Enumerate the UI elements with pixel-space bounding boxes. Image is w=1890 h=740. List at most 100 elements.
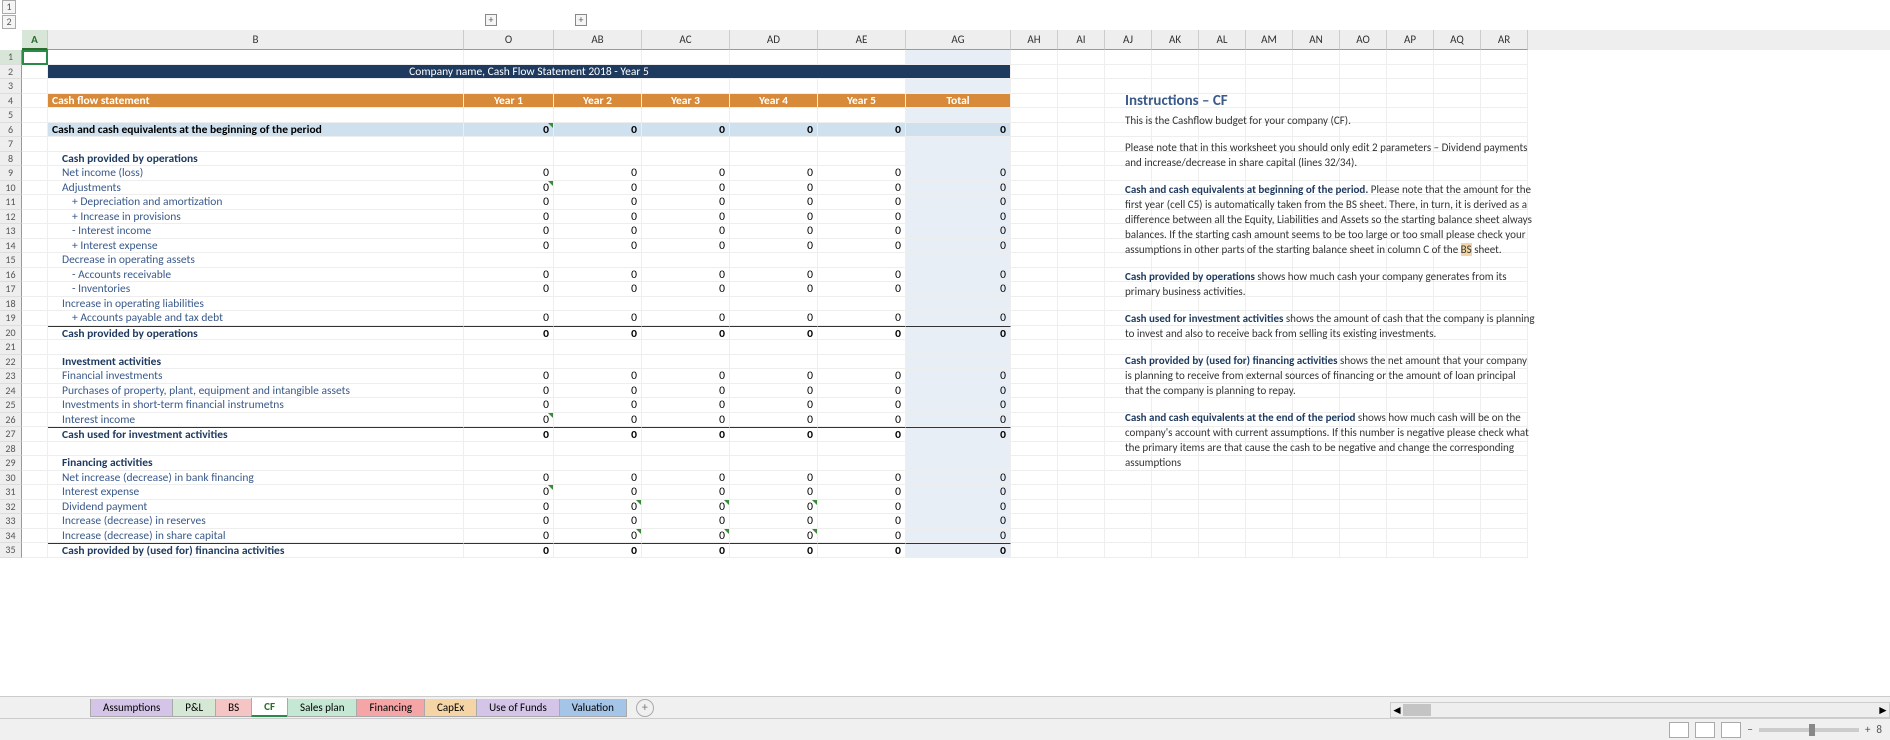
data-cell[interactable] — [906, 152, 1011, 167]
empty-cell[interactable] — [1152, 50, 1199, 65]
data-cell[interactable]: 0 — [906, 384, 1011, 399]
row-label[interactable]: + Increase in provisions — [48, 210, 464, 225]
row-header-30[interactable]: 30 — [0, 471, 22, 486]
data-cell[interactable]: 0 — [464, 384, 554, 399]
row-header-35[interactable]: 35 — [0, 543, 22, 558]
row-label[interactable]: Financing activities — [48, 456, 464, 471]
column-header-AE[interactable]: AE — [818, 30, 906, 50]
data-cell[interactable]: 0 — [464, 326, 554, 341]
data-cell[interactable] — [464, 456, 554, 471]
data-cell[interactable]: 0 — [730, 427, 818, 442]
year-header[interactable]: Year 5 — [818, 94, 906, 109]
data-cell[interactable]: 0 — [818, 195, 906, 210]
row-header-9[interactable]: 9 — [0, 166, 22, 181]
data-cell[interactable]: 0 — [818, 282, 906, 297]
sheet-tab-use-of-funds[interactable]: Use of Funds — [476, 699, 560, 717]
data-cell[interactable]: 0 — [554, 268, 642, 283]
row-header-33[interactable]: 33 — [0, 514, 22, 529]
empty-cell[interactable] — [1434, 79, 1481, 94]
row-header-15[interactable]: 15 — [0, 253, 22, 268]
sheet-tab-p&l[interactable]: P&L — [172, 699, 216, 717]
year-header[interactable]: Year 2 — [554, 94, 642, 109]
row-label[interactable] — [48, 340, 464, 355]
data-cell[interactable]: 0 — [554, 427, 642, 442]
data-cell[interactable]: 0 — [730, 529, 818, 544]
data-cell[interactable]: 0 — [730, 224, 818, 239]
row-label[interactable]: - Interest income — [48, 224, 464, 239]
data-cell[interactable] — [906, 355, 1011, 370]
data-cell[interactable]: 0 — [464, 413, 554, 428]
add-sheet-icon[interactable]: + — [636, 699, 654, 717]
data-cell[interactable] — [730, 50, 818, 65]
data-cell[interactable]: 0 — [554, 210, 642, 225]
empty-cell[interactable] — [1058, 137, 1105, 152]
data-cell[interactable] — [642, 253, 730, 268]
data-cell[interactable]: 0 — [464, 210, 554, 225]
data-cell[interactable]: 0 — [642, 543, 730, 558]
data-cell[interactable] — [818, 297, 906, 312]
row-label[interactable]: - Inventories — [48, 282, 464, 297]
data-cell[interactable] — [906, 456, 1011, 471]
data-cell[interactable]: 0 — [818, 500, 906, 515]
data-cell[interactable]: 0 — [818, 123, 906, 138]
column-header-AC[interactable]: AC — [642, 30, 730, 50]
column-header-AB[interactable]: AB — [554, 30, 642, 50]
year-header[interactable]: Year 1 — [464, 94, 554, 109]
empty-cell[interactable] — [1246, 79, 1293, 94]
data-cell[interactable]: 0 — [906, 514, 1011, 529]
row-header-5[interactable]: 5 — [0, 108, 22, 123]
data-cell[interactable]: 0 — [730, 268, 818, 283]
data-cell[interactable]: 0 — [818, 529, 906, 544]
data-cell[interactable] — [642, 340, 730, 355]
data-cell[interactable]: 0 — [818, 166, 906, 181]
data-cell[interactable]: 0 — [642, 413, 730, 428]
row-header-23[interactable]: 23 — [0, 369, 22, 384]
data-cell[interactable] — [818, 137, 906, 152]
data-cell[interactable] — [906, 297, 1011, 312]
row-header-22[interactable]: 22 — [0, 355, 22, 370]
column-group-expand-icon[interactable]: + — [575, 14, 587, 26]
data-cell[interactable]: 0 — [554, 514, 642, 529]
empty-cell[interactable] — [1246, 50, 1293, 65]
empty-cell[interactable] — [1293, 50, 1340, 65]
row-label[interactable]: Financial investments — [48, 369, 464, 384]
sheet-tab-sales-plan[interactable]: Sales plan — [287, 699, 357, 717]
outline-level-1[interactable]: 1 — [2, 0, 16, 14]
row-header-27[interactable]: 27 — [0, 427, 22, 442]
row-label[interactable]: Net increase (decrease) in bank financin… — [48, 471, 464, 486]
row-label[interactable]: Cash provided by operations — [48, 152, 464, 167]
data-cell[interactable] — [906, 253, 1011, 268]
data-cell[interactable] — [554, 152, 642, 167]
data-cell[interactable]: 0 — [818, 384, 906, 399]
data-cell[interactable]: 0 — [554, 369, 642, 384]
row-label[interactable]: Cash provided by operations — [48, 326, 464, 341]
data-cell[interactable]: 0 — [906, 427, 1011, 442]
row-label[interactable]: Decrease in operating assets — [48, 253, 464, 268]
data-cell[interactable]: 0 — [642, 369, 730, 384]
data-cell[interactable]: 0 — [642, 427, 730, 442]
data-cell[interactable]: 0 — [906, 543, 1011, 558]
row-label[interactable]: Investments in short-term financial inst… — [48, 398, 464, 413]
data-cell[interactable]: 0 — [642, 268, 730, 283]
row-label[interactable]: Purchases of property, plant, equipment … — [48, 384, 464, 399]
data-cell[interactable]: 0 — [554, 239, 642, 254]
data-cell[interactable] — [642, 456, 730, 471]
data-cell[interactable]: 0 — [818, 485, 906, 500]
empty-cell[interactable] — [1481, 79, 1528, 94]
sheet-tab-valuation[interactable]: Valuation — [559, 699, 627, 717]
data-cell[interactable]: 0 — [818, 369, 906, 384]
data-cell[interactable]: 0 — [554, 543, 642, 558]
data-cell[interactable] — [818, 355, 906, 370]
data-cell[interactable]: 0 — [906, 398, 1011, 413]
row-header-2[interactable]: 2 — [0, 65, 22, 80]
row-header-14[interactable]: 14 — [0, 239, 22, 254]
data-cell[interactable]: 0 — [730, 311, 818, 326]
empty-cell[interactable] — [1387, 79, 1434, 94]
column-header-AM[interactable]: AM — [1246, 30, 1293, 50]
data-cell[interactable] — [554, 108, 642, 123]
row-header-13[interactable]: 13 — [0, 224, 22, 239]
row-header-26[interactable]: 26 — [0, 413, 22, 428]
data-cell[interactable]: 0 — [464, 311, 554, 326]
data-cell[interactable]: 0 — [906, 311, 1011, 326]
data-cell[interactable]: 0 — [730, 471, 818, 486]
